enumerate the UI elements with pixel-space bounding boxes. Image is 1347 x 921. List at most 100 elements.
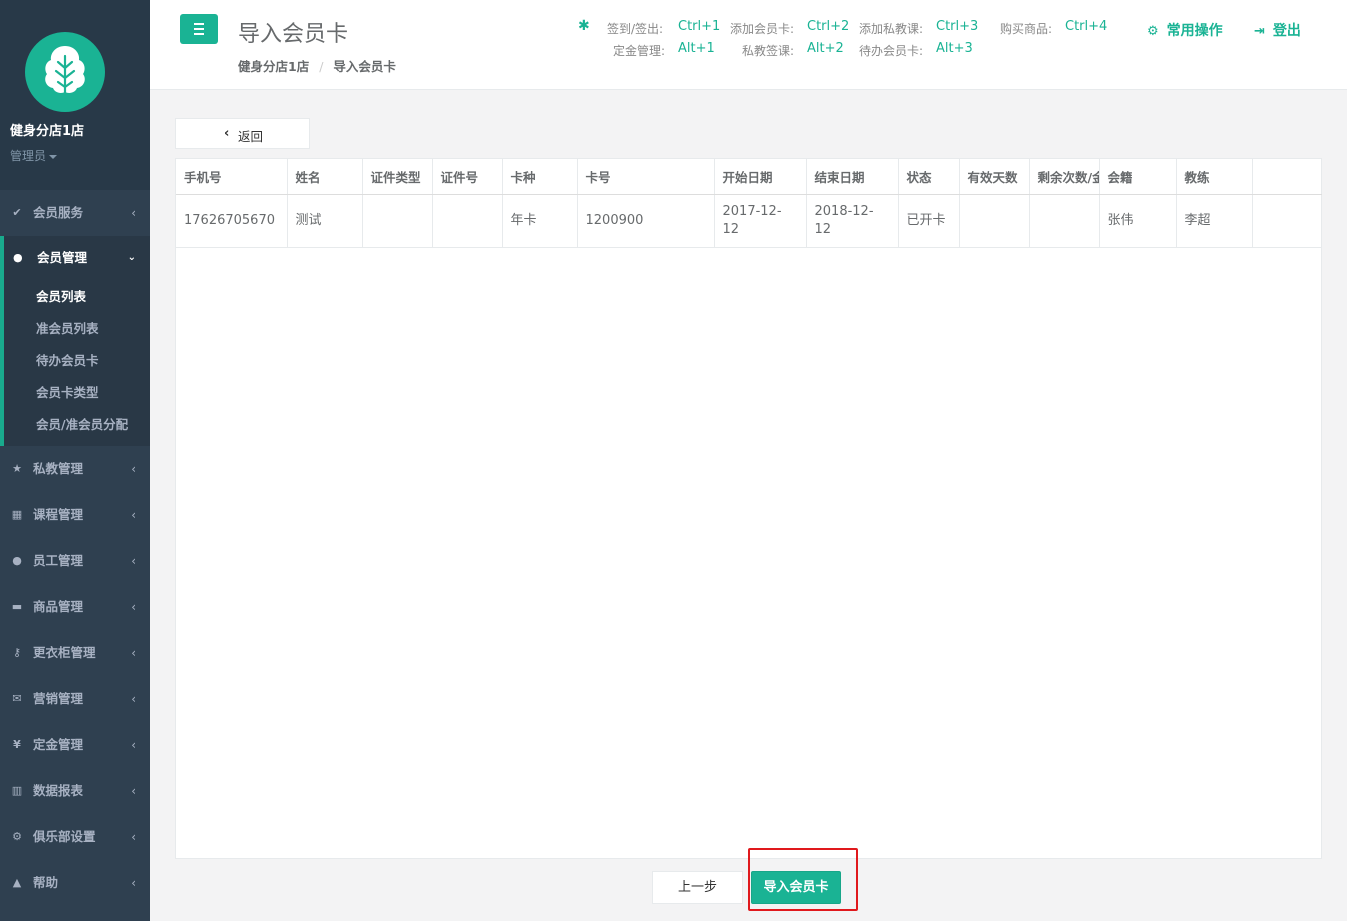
sign-out-icon: ⇥: [1254, 24, 1265, 39]
nav-item-private-training[interactable]: ★ 私教管理 ‹: [0, 446, 150, 492]
nav-item-club-settings[interactable]: ⚙ 俱乐部设置 ‹: [0, 814, 150, 860]
back-button[interactable]: ‹ 返回: [175, 118, 310, 149]
table-cell: 张伟: [1099, 194, 1177, 248]
nav-label: 商品管理: [33, 599, 84, 614]
column-header: 开始日期: [714, 159, 807, 195]
shortcut-label: 私教签课:: [742, 44, 795, 58]
chevron-left-icon: ‹: [131, 692, 136, 706]
logout-label: 登出: [1272, 23, 1301, 39]
table-cell: 年卡: [502, 194, 578, 248]
table-cell: [959, 194, 1030, 248]
shortcut-key: Alt+3: [936, 41, 973, 56]
sidebar-toggle-button[interactable]: [180, 14, 218, 44]
cart-icon: ▬: [11, 600, 23, 613]
graduation-cap-icon: ▲: [12, 876, 22, 889]
nav-label: 员工管理: [33, 553, 84, 568]
chevron-left-icon: ‹: [131, 462, 136, 476]
hamburger-icon: [194, 28, 204, 30]
submenu-member-list[interactable]: 会员列表: [36, 281, 86, 313]
common-operations-button[interactable]: ⚙ 常用操作: [1147, 20, 1223, 40]
nav-item-courses[interactable]: ▦ 课程管理 ‹: [0, 492, 150, 538]
submenu-pending-cards[interactable]: 待办会员卡: [36, 345, 99, 377]
nav-item-lockers[interactable]: ⚷ 更衣柜管理 ‹: [0, 630, 150, 676]
table-cell: [1029, 194, 1100, 248]
shortcut-key: Ctrl+4: [1065, 19, 1108, 34]
cogs-icon: ⚙: [1147, 24, 1159, 39]
column-header: 姓名: [287, 159, 363, 195]
page-title: 导入会员卡: [238, 22, 349, 47]
tree-leaf-icon: [45, 46, 85, 102]
shortcut-key: Alt+2: [807, 41, 844, 56]
table-cell: 2018-12-12: [806, 194, 899, 248]
nav-label: 营销管理: [33, 691, 84, 706]
shortcut-label: 购买商品:: [1000, 22, 1053, 36]
chevron-left-icon: ‹: [131, 206, 136, 220]
nav-label: 定金管理: [33, 737, 84, 752]
chevron-left-icon: ‹: [131, 554, 136, 568]
sidebar: 健身分店1店 管理员 ✔ 会员服务 ‹ ● 会员管理 ⌄ 会员列表 准会员列表 …: [0, 0, 150, 921]
table-cell: 测试: [287, 194, 363, 248]
user-icon: ●: [13, 251, 23, 264]
breadcrumb-home[interactable]: 健身分店1店: [238, 59, 309, 74]
chevron-left-icon: ‹: [131, 508, 136, 522]
nav-section-member-management: ● 会员管理 ⌄ 会员列表 准会员列表 待办会员卡 会员卡类型 会员/准会员分配: [0, 236, 150, 446]
star-icon: ★: [12, 462, 22, 475]
nav-item-products[interactable]: ▬ 商品管理 ‹: [0, 584, 150, 630]
caret-down-icon: [49, 154, 58, 159]
column-header: 卡号: [577, 159, 715, 195]
chevron-left-icon: ‹: [131, 830, 136, 844]
table-cell: [362, 194, 433, 248]
nav-item-reports[interactable]: ▥ 数据报表 ‹: [0, 768, 150, 814]
shortcut-label: 定金管理:: [613, 44, 666, 58]
profile-panel: 健身分店1店 管理员: [0, 0, 150, 190]
column-header: 有效天数: [959, 159, 1030, 195]
shortcut-key: Ctrl+1: [678, 19, 721, 34]
nav-item-member-service[interactable]: ✔ 会员服务 ‹: [0, 190, 150, 236]
shortcut-label: 添加私教课:: [859, 22, 924, 36]
calendar-icon: ▦: [11, 508, 23, 521]
previous-step-button[interactable]: 上一步: [652, 871, 743, 904]
nav-item-marketing[interactable]: ✉ 营销管理 ‹: [0, 676, 150, 722]
logout-button[interactable]: ⇥ 登出: [1254, 20, 1301, 40]
submenu-prospect-list[interactable]: 准会员列表: [36, 313, 99, 345]
shortcut-key: Ctrl+2: [807, 19, 850, 34]
nav-item-help[interactable]: ▲ 帮助 ‹: [0, 860, 150, 906]
nav-item-staff[interactable]: ● 员工管理 ‹: [0, 538, 150, 584]
import-table: 手机号 姓名 证件类型 证件号 卡种 卡号 开始日期 结束日期 状态 有效天数 …: [176, 159, 1322, 248]
shortcut-key: Alt+1: [678, 41, 715, 56]
chevron-left-icon: ‹: [131, 784, 136, 798]
column-header: 会籍: [1099, 159, 1177, 195]
column-header: 证件类型: [362, 159, 433, 195]
top-bar: 导入会员卡 健身分店1店 / 导入会员卡 ✱ 签到/签出: Ctrl+1 添加会员卡…: [150, 0, 1347, 90]
bar-chart-icon: ▥: [11, 784, 23, 797]
chevron-left-icon: ‹: [131, 646, 136, 660]
table-cell: 李超: [1176, 194, 1253, 248]
club-logo: [25, 32, 105, 112]
nav-item-deposits[interactable]: ¥ 定金管理 ‹: [0, 722, 150, 768]
role-dropdown[interactable]: 管理员: [10, 147, 58, 164]
shortcut-label: 签到/签出:: [607, 22, 664, 36]
chevron-left-icon: ‹: [131, 600, 136, 614]
table-cell: 2017-12-12: [714, 194, 807, 248]
submenu-card-types[interactable]: 会员卡类型: [36, 377, 99, 409]
column-header: 剩余次数/金额: [1029, 159, 1100, 195]
highlight-box: [748, 848, 858, 911]
column-header: [1252, 159, 1322, 195]
table-row: 17626705670 测试 年卡 1200900 2017-12-12 201…: [176, 194, 1322, 248]
breadcrumb-current: 导入会员卡: [333, 59, 396, 74]
column-header: 证件号: [432, 159, 503, 195]
nav-label: 更衣柜管理: [33, 645, 96, 660]
nav-label: 俱乐部设置: [33, 829, 96, 844]
envelope-icon: ✉: [12, 692, 22, 705]
chevron-left-icon: ‹: [131, 738, 136, 752]
asterisk-icon: ✱: [578, 18, 590, 34]
table-header-row: 手机号 姓名 证件类型 证件号 卡种 卡号 开始日期 结束日期 状态 有效天数 …: [176, 159, 1322, 195]
column-header: 手机号: [176, 159, 288, 195]
table-cell: 1200900: [577, 194, 715, 248]
submenu-member-assign[interactable]: 会员/准会员分配: [36, 409, 128, 441]
hamburger-icon: [194, 23, 204, 25]
nav-item-member-management[interactable]: ● 会员管理 ⌄: [4, 236, 150, 280]
shortcut-key: Ctrl+3: [936, 19, 979, 34]
chevron-left-icon: ‹: [224, 126, 230, 141]
column-header: 卡种: [502, 159, 578, 195]
